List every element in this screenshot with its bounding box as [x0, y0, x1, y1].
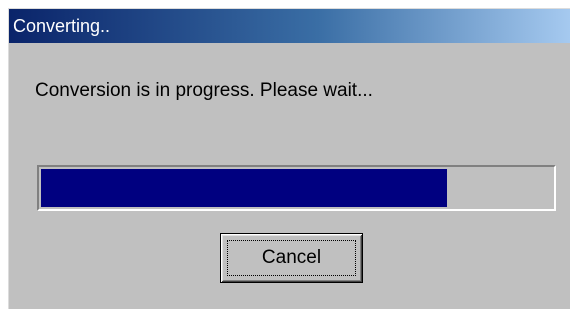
progress-dialog: Converting.. Conversion is in progress. …	[8, 8, 570, 309]
cancel-button-label: Cancel	[261, 247, 322, 268]
cancel-button[interactable]: Cancel	[220, 233, 363, 283]
title-bar[interactable]: Converting..	[9, 9, 570, 43]
window-title: Converting..	[13, 16, 111, 36]
progress-bar	[37, 165, 556, 211]
focus-indicator: Cancel	[227, 240, 356, 276]
screen: Converting.. Conversion is in progress. …	[0, 0, 570, 309]
progress-message: Conversion is in progress. Please wait..…	[35, 80, 373, 101]
progress-bar-fill	[41, 169, 447, 207]
